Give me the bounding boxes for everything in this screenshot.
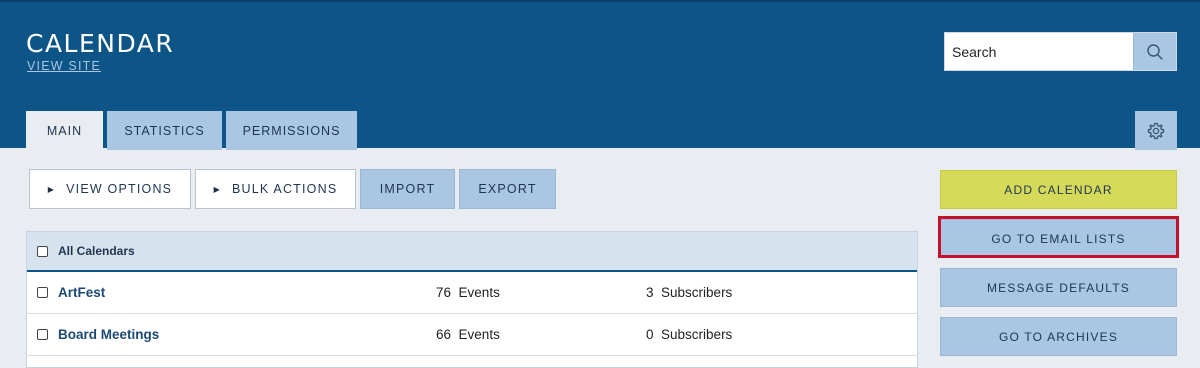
import-button[interactable]: IMPORT <box>360 169 455 209</box>
highlight-frame <box>938 216 1179 258</box>
row-checkbox[interactable] <box>37 287 48 298</box>
bulk-actions-label: BULK ACTIONS <box>231 182 338 196</box>
bulk-actions-button[interactable]: ▶ BULK ACTIONS <box>195 169 356 209</box>
calendar-name-link[interactable]: Board Meetings <box>58 327 159 342</box>
search-button[interactable] <box>1133 33 1176 70</box>
events-label: Events <box>458 285 500 300</box>
message-defaults-button[interactable]: MESSAGE DEFAULTS <box>940 268 1177 307</box>
search-box <box>944 32 1177 71</box>
page-header: CALENDAR VIEW SITE MAIN STATISTICS PERMI… <box>0 0 1200 150</box>
go-to-archives-button[interactable]: GO TO ARCHIVES <box>940 317 1177 356</box>
events-cell: 76 Events <box>436 285 500 300</box>
calendar-name-link[interactable]: ArtFest <box>58 285 105 300</box>
triangle-right-icon: ▶ <box>213 184 221 194</box>
calendars-table: All Calendars ArtFest 76 Events 3 Subscr… <box>26 231 918 368</box>
table-header: All Calendars <box>27 232 917 272</box>
subscribers-cell: 3 Subscribers <box>646 285 732 300</box>
tab-bar: MAIN STATISTICS PERMISSIONS <box>26 111 357 150</box>
search-input[interactable] <box>945 33 1133 70</box>
export-button[interactable]: EXPORT <box>459 169 556 209</box>
events-count: 76 <box>436 285 452 300</box>
view-options-label: VIEW OPTIONS <box>66 182 173 196</box>
select-all-checkbox[interactable] <box>37 245 48 257</box>
view-site-link[interactable]: VIEW SITE <box>27 59 101 73</box>
subscribers-label: Subscribers <box>661 327 733 342</box>
table-row: Board Meetings 66 Events 0 Subscribers <box>27 314 917 356</box>
add-calendar-button[interactable]: ADD CALENDAR <box>940 170 1177 209</box>
events-label: Events <box>458 327 500 342</box>
search-icon <box>1147 43 1163 60</box>
gear-icon <box>1147 122 1165 139</box>
subscribers-count: 3 <box>646 285 654 300</box>
triangle-right-icon: ▶ <box>47 184 56 194</box>
view-options-button[interactable]: ▶ VIEW OPTIONS <box>29 169 191 209</box>
settings-button[interactable] <box>1135 111 1177 150</box>
row-checkbox[interactable] <box>37 329 48 340</box>
all-calendars-label: All Calendars <box>58 244 135 258</box>
page-title: CALENDAR <box>26 29 175 58</box>
events-count: 66 <box>436 327 452 342</box>
subscribers-cell: 0 Subscribers <box>646 327 732 342</box>
events-cell: 66 Events <box>436 327 500 342</box>
tab-statistics[interactable]: STATISTICS <box>107 111 222 150</box>
tab-main[interactable]: MAIN <box>26 111 103 150</box>
subscribers-count: 0 <box>646 327 654 342</box>
tab-permissions[interactable]: PERMISSIONS <box>226 111 357 150</box>
table-row: ArtFest 76 Events 3 Subscribers <box>27 272 917 314</box>
subscribers-label: Subscribers <box>661 285 733 300</box>
toolbar: ▶ VIEW OPTIONS ▶ BULK ACTIONS IMPORT EXP… <box>29 169 556 209</box>
